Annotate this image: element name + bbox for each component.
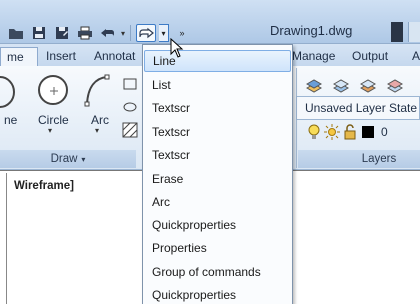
draw-panel-title[interactable]: Draw ▾ bbox=[0, 150, 136, 168]
layer-color-swatch[interactable] bbox=[362, 126, 374, 138]
layer-name-value: 0 bbox=[381, 125, 388, 139]
tab-insert[interactable]: Insert bbox=[40, 47, 82, 66]
ellipse-tool-icon[interactable] bbox=[122, 99, 138, 115]
lightbulb-icon[interactable] bbox=[306, 124, 322, 140]
layer-isolate-icon[interactable] bbox=[387, 78, 403, 94]
menu-item-textscr[interactable]: Textscr bbox=[144, 121, 291, 143]
save-icon[interactable] bbox=[29, 24, 49, 42]
saveas-icon[interactable] bbox=[52, 24, 72, 42]
layer-properties-icon[interactable] bbox=[306, 78, 322, 94]
viewport-visual-style-label[interactable]: Wireframe] bbox=[14, 180, 74, 192]
open-icon[interactable] bbox=[6, 24, 26, 42]
sun-icon[interactable] bbox=[324, 124, 340, 140]
arc-tool-label: Arc bbox=[91, 113, 109, 127]
undo-dropdown-icon[interactable]: ▾ bbox=[121, 29, 125, 38]
window-control-icon[interactable] bbox=[408, 22, 420, 42]
document-title: Drawing1.dwg bbox=[270, 23, 353, 38]
menu-item-line[interactable]: Line bbox=[144, 50, 291, 72]
menu-item-group-of-commands[interactable]: Group of commands bbox=[144, 261, 291, 283]
layers-panel-label: Layers bbox=[361, 153, 397, 165]
lock-icon[interactable] bbox=[342, 124, 358, 140]
arc-dropdown-icon[interactable]: ▾ bbox=[95, 126, 99, 135]
tab-manage[interactable]: Manage bbox=[286, 47, 341, 66]
viewport-border bbox=[6, 173, 7, 304]
menu-item-list[interactable]: List bbox=[144, 74, 291, 96]
arc-tool-icon[interactable] bbox=[84, 74, 110, 108]
help-icon[interactable] bbox=[391, 22, 403, 42]
draw-panel-label: Draw bbox=[50, 153, 78, 165]
redo-dropdown-icon[interactable]: ▾ bbox=[159, 24, 170, 42]
toolbar-separator bbox=[130, 25, 132, 41]
circle-center-icon bbox=[50, 87, 58, 95]
rectangle-tool-icon[interactable] bbox=[122, 76, 138, 92]
circle-tool-label: Circle bbox=[38, 113, 69, 127]
layer-state-icon[interactable] bbox=[333, 78, 349, 94]
layers-panel-title[interactable]: Layers bbox=[298, 150, 420, 168]
redo-icon[interactable] bbox=[136, 24, 157, 42]
menu-item-erase[interactable]: Erase bbox=[144, 168, 291, 190]
draw-panel-expand-icon[interactable]: ▾ bbox=[81, 155, 85, 164]
menu-item-quickproperties[interactable]: Quickproperties bbox=[144, 214, 291, 236]
circle-dropdown-icon[interactable]: ▾ bbox=[48, 126, 52, 135]
menu-item-textscr[interactable]: Textscr bbox=[144, 97, 291, 119]
title-bar: ▾ ▾ » Drawing1.dwg bbox=[0, 0, 420, 44]
quick-access-toolbar: ▾ ▾ » bbox=[6, 23, 192, 43]
menu-item-textscr[interactable]: Textscr bbox=[144, 144, 291, 166]
redo-dropdown-menu: Line List Textscr Textscr Textscr Erase … bbox=[142, 44, 293, 304]
tab-output[interactable]: Output bbox=[346, 47, 394, 66]
menu-item-arc[interactable]: Arc bbox=[144, 191, 291, 213]
menu-item-properties[interactable]: Properties bbox=[144, 237, 291, 259]
mouse-cursor-icon bbox=[170, 38, 184, 58]
line-tool-label: ne bbox=[4, 113, 18, 127]
line-tool-icon[interactable] bbox=[0, 75, 16, 109]
layer-state-label: Unsaved Layer State bbox=[305, 101, 418, 115]
menu-item-quickproperties[interactable]: Quickproperties bbox=[144, 284, 291, 304]
undo-icon[interactable] bbox=[98, 24, 118, 42]
tab-annotate[interactable]: Annotat bbox=[88, 47, 141, 66]
tab-more[interactable]: A bbox=[406, 47, 420, 66]
hatch-tool-icon[interactable] bbox=[122, 122, 138, 138]
print-icon[interactable] bbox=[75, 24, 95, 42]
tab-home[interactable]: me bbox=[0, 47, 38, 66]
layer-match-icon[interactable] bbox=[360, 78, 376, 94]
